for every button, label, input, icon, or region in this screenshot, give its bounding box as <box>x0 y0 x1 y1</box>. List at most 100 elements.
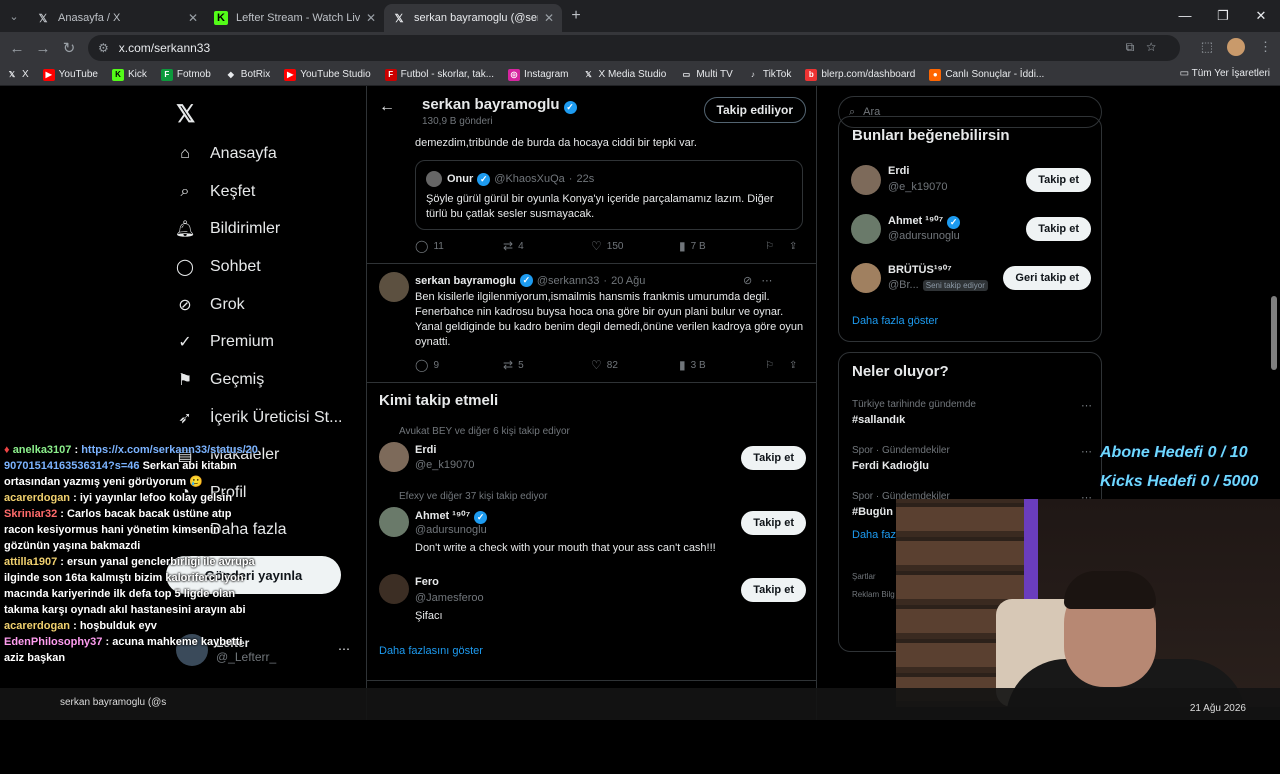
card-title: Bunları beğenebilirsin <box>852 127 1010 144</box>
forward-icon[interactable]: → <box>30 40 56 57</box>
trend-item[interactable]: Spor · Gündemdekiler Ferdi Kadıoğlu ⋯ <box>852 445 1092 472</box>
more-icon[interactable]: ⋯ <box>1081 445 1092 458</box>
streamer-hair <box>1064 571 1156 609</box>
show-more-link[interactable]: Daha faz <box>852 529 896 541</box>
install-icon[interactable]: ⧉ <box>1126 40 1147 54</box>
nav-home[interactable]: ⌂ Anasayfa <box>174 142 277 166</box>
close-tab-icon[interactable]: ✕ <box>544 11 554 25</box>
reply-button[interactable]: ◯ 9 <box>415 358 503 372</box>
browser-tab-2[interactable]: K Lefter Stream - Watch Live on K ✕ <box>206 4 384 32</box>
bookmark-fotmob[interactable]: F Fotmob <box>160 68 211 81</box>
kicks-goal: Kicks Hedefi 0 / 5000 <box>1100 473 1259 490</box>
reply-button[interactable]: ◯ 11 <box>415 239 503 253</box>
bookmark-instagram[interactable]: ◎ Instagram <box>508 68 569 81</box>
follow-button[interactable]: Takip et <box>1026 217 1091 241</box>
bookmark-icon[interactable]: ⚐ <box>765 360 789 371</box>
live-icon: ● <box>929 68 942 81</box>
bookmark-icon[interactable]: ⚐ <box>765 241 789 252</box>
chat-message: acarerdogan : hoşbulduk eyv <box>4 620 157 632</box>
bookmark-canli-sonuclar[interactable]: ● Canlı Sonuçlar - İddi... <box>929 68 1044 81</box>
trend-item[interactable]: Türkiye tarihinde gündemde #sallandık ⋯ <box>852 399 1092 426</box>
extensions-icon[interactable]: ⬚ <box>1201 39 1213 55</box>
like-button[interactable]: ♡ 82 <box>591 358 679 372</box>
recommended-user[interactable]: Erdi @e_k19070 Takip et <box>851 165 1091 197</box>
more-icon[interactable]: ⋯ <box>761 275 772 287</box>
views-button[interactable]: ▮ 3 B <box>679 358 765 372</box>
star-icon[interactable]: ☆ <box>1146 40 1168 54</box>
bookmark-icon: ⚑ <box>177 372 193 389</box>
like-button[interactable]: ♡ 150 <box>591 239 679 253</box>
reply-icon: ◯ <box>415 239 429 253</box>
chat-message: ♦ anelka3107 : https://x.com/serkann33/s… <box>4 444 258 488</box>
follow-button[interactable]: Takip et <box>741 578 806 602</box>
close-window-icon[interactable]: ✕ <box>1242 0 1280 32</box>
quoted-tweet[interactable]: Onur ✓ @KhaosXuQa · 22s Şöyle gürül gürül b… <box>415 160 803 230</box>
share-icon[interactable]: ⇪ <box>789 360 805 371</box>
nav-bookmarks[interactable]: ⚑ Geçmiş <box>174 368 264 392</box>
more-icon[interactable]: ⋯ <box>1081 399 1092 412</box>
browser-tab-strip: ⌄ 𝕏 Anasayfa / X ✕ K Lefter Stream - Wat… <box>0 0 1280 32</box>
profile-avatar[interactable] <box>1227 38 1245 56</box>
divider <box>367 263 816 264</box>
back-arrow-icon[interactable]: ← <box>379 98 395 116</box>
show-more-link[interactable]: Daha fazla göster <box>852 315 938 327</box>
follow-back-button[interactable]: Geri takip et <box>1003 266 1091 290</box>
bookmark-youtube-studio[interactable]: ▶ YouTube Studio <box>284 68 371 81</box>
following-button[interactable]: Takip ediliyor <box>703 97 806 123</box>
bookmark-kick[interactable]: K Kick <box>111 68 147 81</box>
bookmark-multi-tv[interactable]: ▭ Multi TV <box>680 69 733 81</box>
bookmark-futbol[interactable]: F Futbol - skorlar, tak... <box>384 68 494 81</box>
close-tab-icon[interactable]: ✕ <box>366 11 376 25</box>
browser-tab-1[interactable]: 𝕏 Anasayfa / X ✕ <box>28 4 206 32</box>
rocket-icon: ➶ <box>178 410 192 427</box>
x-logo-icon[interactable]: 𝕏 <box>176 100 195 129</box>
grok-icon: ⊘ <box>178 297 192 314</box>
minimize-icon[interactable]: — <box>1166 0 1204 32</box>
follow-button[interactable]: Takip et <box>741 446 806 470</box>
browser-tab-3[interactable]: 𝕏 serkan bayramoglu (@serkann3 ✕ <box>384 4 562 32</box>
repost-button[interactable]: ⇄ 4 <box>503 239 591 253</box>
follow-button[interactable]: Takip et <box>741 511 806 535</box>
repost-button[interactable]: ⇄ 5 <box>503 358 591 372</box>
new-tab-button[interactable]: + <box>562 7 590 25</box>
site-info-icon[interactable]: ⚙ <box>98 41 109 55</box>
follow-button[interactable]: Takip et <box>1026 168 1091 192</box>
avatar[interactable] <box>379 272 409 302</box>
footer-link[interactable]: Reklam Bilg <box>852 590 895 599</box>
footer-link[interactable]: Şartlar <box>852 572 876 581</box>
bookmark-botrix[interactable]: ◆ BotRix <box>225 69 271 81</box>
scrollbar-thumb[interactable] <box>1271 296 1277 370</box>
all-bookmarks-folder[interactable]: ▭ Tüm Yer İşaretleri <box>1180 68 1270 79</box>
bookmark-blerp[interactable]: b blerp.com/dashboard <box>805 68 915 81</box>
reload-icon[interactable]: ↻ <box>56 39 82 57</box>
bookmark-youtube[interactable]: ▶ YouTube <box>42 68 98 81</box>
fotmob-icon: F <box>160 68 173 81</box>
nav-chat[interactable]: ◯ Sohbet <box>174 255 261 279</box>
grok-icon[interactable]: ⊘ <box>743 275 752 287</box>
back-icon[interactable]: ← <box>4 40 30 57</box>
bell-icon: 🔔︎ <box>174 221 196 238</box>
close-tab-icon[interactable]: ✕ <box>188 11 198 25</box>
maximize-icon[interactable]: ❐ <box>1204 0 1242 32</box>
tab-search-icon[interactable]: ⌄ <box>0 10 28 23</box>
nav-grok[interactable]: ⊘ Grok <box>174 293 244 317</box>
more-icon[interactable]: ⋯ <box>338 642 350 656</box>
recommended-user[interactable]: BRÜTÜS¹⁹⁰⁷ @Br... Seni takip ediyor Geri … <box>851 263 1091 295</box>
views-button[interactable]: ▮ 7 B <box>679 239 765 253</box>
profile-timeline: ← serkan bayramoglu ✓ 130,9 B gönderi Tak… <box>366 86 817 720</box>
bookmark-x[interactable]: 𝕏X <box>6 69 29 81</box>
menu-icon[interactable]: ⋮ <box>1259 39 1272 55</box>
bookmark-tiktok[interactable]: ♪ TikTok <box>747 69 792 81</box>
premium-icon: ✓ <box>178 334 192 351</box>
nav-explore[interactable]: ⌕ Keşfet <box>174 180 256 204</box>
show-more-link[interactable]: Daha fazlasını göster <box>379 645 483 657</box>
divider <box>367 382 816 383</box>
recommended-user[interactable]: Ahmet ¹⁹⁰⁷ ✓ @adursunoglu Takip et <box>851 214 1091 246</box>
address-bar[interactable]: ⚙ x.com/serkann33 ⧉☆ <box>88 35 1180 61</box>
share-icon[interactable]: ⇪ <box>789 241 805 252</box>
bookmark-x-media-studio[interactable]: 𝕏X Media Studio <box>583 69 666 81</box>
nav-notifications[interactable]: 🔔︎ Bildirimler <box>174 217 280 241</box>
nav-premium[interactable]: ✓ Premium <box>174 330 274 354</box>
nav-creator-studio[interactable]: ➶ İçerik Üreticisi St... <box>174 406 342 430</box>
taskbar-app[interactable]: serkan bayramoglu (@s <box>60 697 166 708</box>
